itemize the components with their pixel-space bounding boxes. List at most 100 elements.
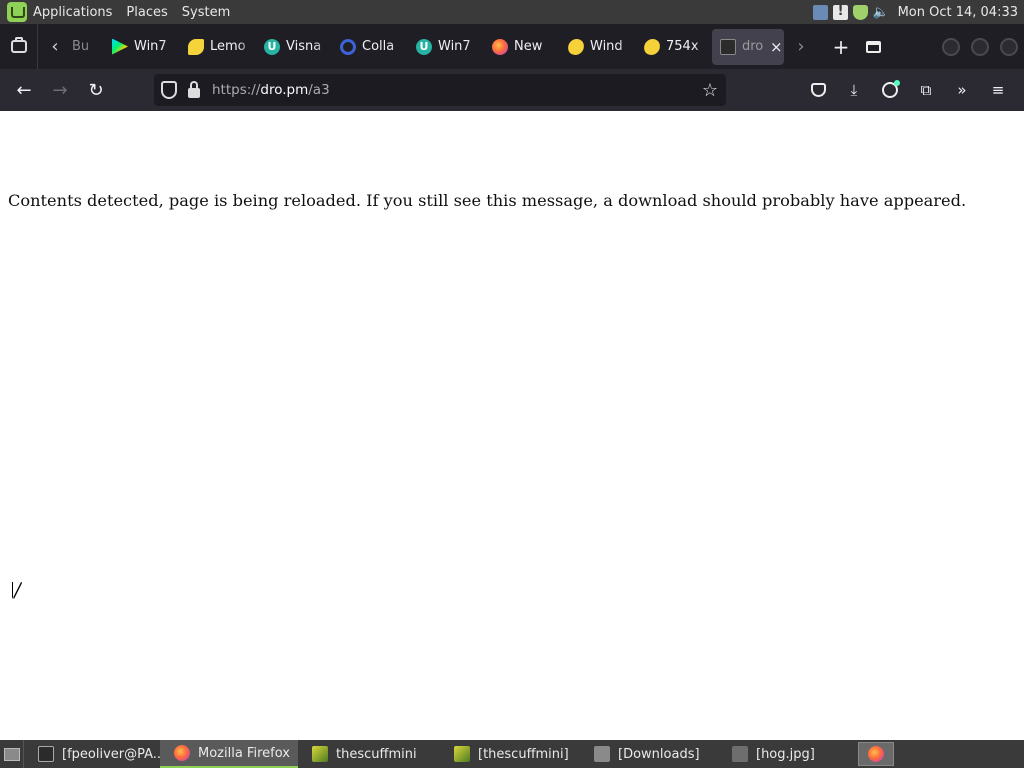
firefox-icon [174,745,190,761]
tab-label: Win7 [438,39,471,54]
tab-strip: ‹ Bu Win7 Lemo U Visna Colla U Win7 New … [0,24,1024,69]
account-button[interactable] [872,72,908,108]
update-icon[interactable] [832,4,848,20]
back-button[interactable]: ← [6,72,42,108]
task-hog-jpg[interactable]: [hog.jpg] [718,740,852,768]
tab-label: New [514,39,543,54]
url-path: /a3 [308,82,330,98]
bookmark-star-icon[interactable]: ☆ [702,80,718,101]
task-label: [fpeoliver@PA... [62,746,160,762]
terminal-icon [720,38,736,55]
tab-label: 754x [666,39,699,54]
tab-3[interactable]: Lemo [180,28,256,65]
task-label: [thescuffmini] [478,746,569,762]
tracking-protection-icon[interactable] [161,81,177,99]
task-terminal[interactable]: [fpeoliver@PA... [24,740,160,768]
desktop-icon [3,747,20,761]
firefox-icon [868,746,884,762]
u-logo-icon: U [264,38,280,55]
firefox-icon [492,38,508,55]
firefox-view-button[interactable] [858,24,888,69]
tab-scroll-right-button[interactable]: › [784,24,818,69]
tab-9[interactable]: 754x [636,28,712,65]
tab-7[interactable]: New [484,28,560,65]
folder-icon [594,746,610,762]
tab-label: Visna [286,39,322,54]
pocket-icon [810,83,826,97]
search-icon [340,38,356,55]
url-text[interactable]: https://dro.pm/a3 [212,82,330,98]
url-scheme: https:// [212,82,261,98]
reload-button[interactable]: ↻ [78,72,114,108]
maximize-button[interactable] [971,37,989,56]
tab-close-button[interactable]: × [770,38,783,56]
reload-message: Contents detected, page is being reloade… [8,191,967,210]
volume-icon[interactable]: 🔈 [873,5,889,20]
tray-firefox-button[interactable] [858,742,894,766]
network-icon[interactable] [812,4,828,20]
task-label: [Downloads] [618,746,700,762]
image-icon [312,746,328,762]
tab-4[interactable]: U Visna [256,28,332,65]
task-firefox[interactable]: Mozilla Firefox [160,740,298,768]
mouse-cursor-icon [13,582,21,598]
tab-list-icon [10,37,27,53]
task-thescuffmini-2[interactable]: [thescuffmini] [440,740,580,768]
menu-places[interactable]: Places [126,5,167,20]
clock[interactable]: Mon Oct 14, 04:33 [898,5,1018,20]
system-tray: 🔈 Mon Oct 14, 04:33 [808,0,1024,24]
tab-2[interactable]: Win7 [104,28,180,65]
task-label: Mozilla Firefox [198,745,290,761]
tab-6[interactable]: U Win7 [408,28,484,65]
tab-list-button[interactable] [0,24,38,69]
task-thescuffmini[interactable]: thescuffmini [298,740,440,768]
menu-applications[interactable]: Applications [33,5,112,20]
pocket-button[interactable] [800,72,836,108]
lemon-icon [188,38,204,55]
tab-label: dro [742,39,764,54]
top-panel: Applications Places System 🔈 Mon Oct 14,… [0,0,1024,24]
window-controls [931,37,1018,56]
tab-scroll-left-button[interactable]: ‹ [38,24,72,69]
lock-icon[interactable] [188,81,200,98]
new-tab-button[interactable]: + [824,24,858,69]
toolbar-right: ⤓ ⧉ » ≡ [800,72,1016,108]
forward-button[interactable]: → [42,72,78,108]
navigation-toolbar: ← → ↻ https://dro.pm/a3 ☆ ⤓ ⧉ » ≡ [0,69,1024,111]
image-icon [454,746,470,762]
account-icon [882,80,900,98]
task-label: thescuffmini [336,746,417,762]
tab-label: Lemo [210,39,246,54]
url-host: dro.pm [260,82,309,98]
terminal-icon [38,746,54,762]
task-downloads[interactable]: [Downloads] [580,740,718,768]
mint-logo-icon[interactable] [7,2,27,22]
minimize-button[interactable] [942,37,960,56]
tab-label: Win7 [134,39,167,54]
tab-active[interactable]: dro × [712,28,784,65]
url-bar[interactable]: https://dro.pm/a3 ☆ [154,74,726,106]
downloads-button[interactable]: ⤓ [836,72,872,108]
wind-icon [641,38,663,55]
wind-icon [565,38,587,55]
tab-label: Bu [72,39,90,54]
tab-8[interactable]: Wind [560,28,636,65]
menu-system[interactable]: System [182,5,230,20]
tab-label: Wind [590,39,623,54]
show-desktop-button[interactable] [0,740,24,768]
window-icon [865,40,881,53]
extensions-button[interactable]: ⧉ [908,72,944,108]
u-logo-icon: U [416,38,432,55]
task-label: [hog.jpg] [756,746,815,762]
taskbar: [fpeoliver@PA... Mozilla Firefox thescuf… [0,740,1024,768]
shield-icon[interactable] [852,4,868,20]
page-content: Contents detected, page is being reloade… [0,111,1024,740]
google-play-icon [112,38,128,55]
overflow-menu-button[interactable]: » [944,72,980,108]
file-icon [732,746,748,762]
app-menu-button[interactable]: ≡ [980,72,1016,108]
tab-label: Colla [362,39,395,54]
tab-1[interactable]: Bu [72,28,104,65]
close-window-button[interactable] [1000,37,1018,56]
tab-5[interactable]: Colla [332,28,408,65]
